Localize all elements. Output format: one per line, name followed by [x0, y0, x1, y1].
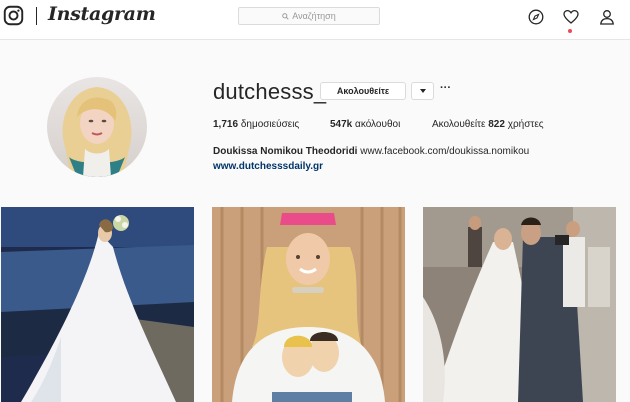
- bio-facebook-link: www.facebook.com/doukissa.nomikou: [360, 146, 530, 157]
- chevron-down-icon: [419, 89, 426, 93]
- suggestions-dropdown-button[interactable]: [411, 82, 434, 100]
- top-navigation-bar: Instagram Αναζήτηση: [0, 0, 630, 40]
- post-thumbnail[interactable]: [1, 207, 194, 402]
- profile-website-link[interactable]: www.dutchesssdaily.gr: [213, 161, 323, 172]
- heart-icon[interactable]: [563, 9, 579, 25]
- profile-username: dutchesss_: [213, 79, 327, 104]
- notification-dot: [568, 29, 572, 33]
- following-prefix: Ακολουθείτε: [432, 119, 486, 130]
- bio-full-name: Doukissa Nomikou Theodoridi: [213, 146, 358, 157]
- posts-stat: 1,716 δημοσιεύσεις: [213, 119, 299, 130]
- instagram-wordmark[interactable]: Instagram: [48, 3, 156, 25]
- followers-label: ακόλουθοι: [355, 119, 401, 130]
- search-placeholder: Αναζήτηση: [292, 11, 336, 21]
- posts-count: 1,716: [213, 119, 239, 130]
- nav-divider: [36, 7, 37, 25]
- profile-avatar[interactable]: [47, 77, 147, 177]
- profile-bio: Doukissa Nomikou Theodoridi www.facebook…: [213, 146, 529, 157]
- search-icon: [282, 12, 289, 20]
- more-options-icon[interactable]: ···: [440, 83, 454, 96]
- following-stat[interactable]: Ακολουθείτε 822 χρήστες: [432, 119, 544, 130]
- post-thumbnail[interactable]: [423, 207, 616, 402]
- post-thumbnail[interactable]: [212, 207, 405, 402]
- search-input[interactable]: Αναζήτηση: [238, 7, 380, 25]
- posts-label: δημοσιεύσεις: [240, 119, 300, 130]
- following-label: χρήστες: [507, 119, 544, 130]
- following-count: 822: [488, 119, 505, 130]
- followers-count: 547k: [330, 119, 353, 130]
- person-icon[interactable]: [599, 9, 615, 25]
- instagram-camera-icon[interactable]: [3, 5, 24, 26]
- compass-icon[interactable]: [528, 9, 544, 25]
- following-button[interactable]: Ακολουθείτε: [320, 82, 406, 100]
- followers-stat[interactable]: 547k ακόλουθοι: [330, 119, 400, 130]
